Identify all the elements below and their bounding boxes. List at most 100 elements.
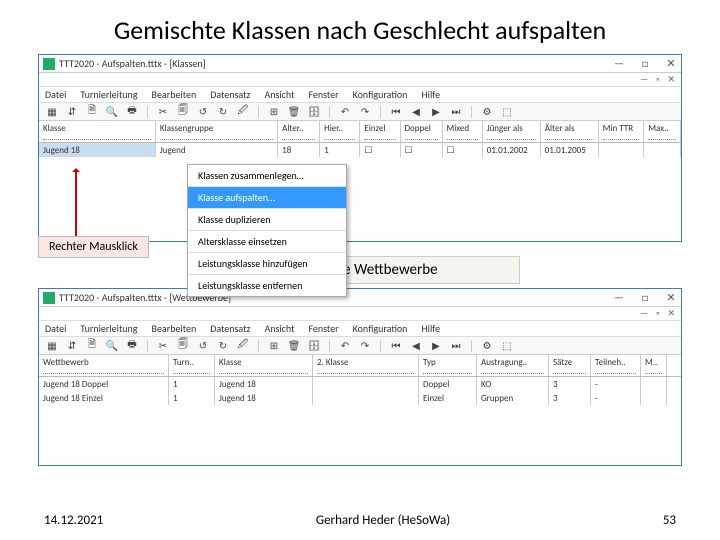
tool-icon[interactable]: 🗐 bbox=[176, 339, 190, 353]
nav-next-icon[interactable]: ▶ bbox=[429, 339, 443, 353]
menu-datei[interactable]: Datei bbox=[45, 322, 66, 335]
menu-fenster[interactable]: Fenster bbox=[308, 88, 338, 101]
col-saetze[interactable]: Sätze bbox=[553, 357, 586, 368]
tool-icon[interactable]: ⚙ bbox=[480, 339, 494, 353]
tool-icon[interactable]: 🗑 bbox=[287, 105, 301, 119]
nav-last-icon[interactable]: ⏭ bbox=[449, 339, 463, 353]
cm-duplizieren[interactable]: Klasse duplizieren bbox=[188, 209, 346, 231]
nav-first-icon[interactable]: ⏮ bbox=[389, 105, 403, 119]
tool-icon[interactable]: 🗎 bbox=[85, 339, 99, 353]
tool-icon[interactable]: ⇵ bbox=[65, 339, 79, 353]
context-menu[interactable]: Klassen zusammenlegen… Klasse aufspalten… bbox=[187, 164, 347, 297]
col-austragung[interactable]: Austragung.. bbox=[481, 357, 544, 368]
tool-icon[interactable]: ↷ bbox=[358, 105, 372, 119]
close-button[interactable]: ✕ bbox=[665, 57, 677, 70]
nav-next-icon[interactable]: ▶ bbox=[429, 105, 443, 119]
col-teilneh[interactable]: Teilneh.. bbox=[595, 357, 636, 368]
tool-icon[interactable]: ↶ bbox=[338, 105, 352, 119]
tool-icon[interactable]: 🗐 bbox=[176, 105, 190, 119]
col-minttr[interactable]: Min TTR bbox=[603, 123, 640, 134]
col-aelter[interactable]: Älter als bbox=[545, 123, 594, 134]
cell-klasse[interactable]: Jugend 18 bbox=[39, 143, 156, 157]
tool-icon[interactable]: 🗑 bbox=[287, 339, 301, 353]
col-juenger[interactable]: Jünger als bbox=[487, 123, 536, 134]
tool-icon[interactable]: 🔍 bbox=[105, 339, 119, 353]
menu-ansicht[interactable]: Ansicht bbox=[264, 88, 294, 101]
tool-icon[interactable]: ✂ bbox=[156, 339, 170, 353]
col-hier[interactable]: Hier.. bbox=[324, 123, 355, 134]
col-doppel[interactable]: Doppel bbox=[405, 123, 438, 134]
menu-fenster[interactable]: Fenster bbox=[308, 322, 338, 335]
tool-icon[interactable]: ⇵ bbox=[65, 105, 79, 119]
mdi-minimize[interactable]: — bbox=[640, 308, 648, 319]
maximize-button[interactable]: □ bbox=[639, 57, 651, 70]
menu-datensatz[interactable]: Datensatz bbox=[210, 322, 250, 335]
col-klassengruppe[interactable]: Klassengruppe bbox=[160, 123, 273, 134]
tool-icon[interactable]: ✂ bbox=[156, 105, 170, 119]
menu-datei[interactable]: Datei bbox=[45, 88, 66, 101]
col-max[interactable]: Max.. bbox=[648, 123, 676, 134]
menu-hilfe[interactable]: Hilfe bbox=[421, 322, 440, 335]
menu-konfiguration[interactable]: Konfiguration bbox=[353, 88, 408, 101]
col-typ[interactable]: Typ bbox=[423, 357, 472, 368]
tool-icon[interactable]: ⬚ bbox=[500, 105, 514, 119]
menu-turnierleitung[interactable]: Turnierleitung bbox=[80, 322, 137, 335]
tool-icon[interactable]: ⚙ bbox=[480, 105, 494, 119]
menubar[interactable]: Datei Turnierleitung Bearbeiten Datensat… bbox=[39, 321, 681, 337]
close-button[interactable]: ✕ bbox=[665, 291, 677, 304]
tool-icon[interactable]: 🖶 bbox=[125, 339, 139, 353]
tool-icon[interactable]: 🗄 bbox=[307, 339, 321, 353]
col-einzel[interactable]: Einzel bbox=[364, 123, 395, 134]
tool-icon[interactable]: ↶ bbox=[338, 339, 352, 353]
col-2klasse[interactable]: 2. Klasse bbox=[317, 357, 414, 368]
col-turn[interactable]: Turn.. bbox=[173, 357, 210, 368]
tool-icon[interactable]: ↷ bbox=[358, 339, 372, 353]
mdi-close[interactable]: ✕ bbox=[667, 308, 675, 319]
maximize-button[interactable]: □ bbox=[639, 291, 651, 304]
menu-turnierleitung[interactable]: Turnierleitung bbox=[80, 88, 137, 101]
tool-icon[interactable]: ⊞ bbox=[267, 339, 281, 353]
minimize-button[interactable]: — bbox=[613, 57, 625, 70]
col-klasse[interactable]: Klasse bbox=[219, 357, 308, 368]
nav-last-icon[interactable]: ⏭ bbox=[449, 105, 463, 119]
col-m[interactable]: M.. bbox=[645, 357, 662, 368]
cm-aufspalten[interactable]: Klasse aufspalten… bbox=[188, 187, 346, 209]
tool-icon[interactable]: 🗎 bbox=[85, 105, 99, 119]
menu-hilfe[interactable]: Hilfe bbox=[421, 88, 440, 101]
menu-bearbeiten[interactable]: Bearbeiten bbox=[152, 88, 197, 101]
cm-altersklasse[interactable]: Altersklasse einsetzen bbox=[188, 231, 346, 253]
minimize-button[interactable]: — bbox=[613, 291, 625, 304]
tool-icon[interactable]: 🖶 bbox=[125, 105, 139, 119]
mdi-restore[interactable]: ▫ bbox=[656, 74, 659, 85]
nav-first-icon[interactable]: ⏮ bbox=[389, 339, 403, 353]
menu-ansicht[interactable]: Ansicht bbox=[264, 322, 294, 335]
tool-icon[interactable]: ↻ bbox=[216, 339, 230, 353]
tool-icon[interactable]: ⬚ bbox=[500, 339, 514, 353]
col-alter[interactable]: Alter.. bbox=[282, 123, 315, 134]
table-row[interactable]: Jugend 18 Doppel 1 Jugend 18 Doppel KO 3… bbox=[39, 377, 681, 391]
tool-icon[interactable]: ↺ bbox=[196, 339, 210, 353]
col-wettbewerb[interactable]: Wettbewerb bbox=[43, 357, 164, 368]
mdi-minimize[interactable]: — bbox=[640, 74, 648, 85]
cm-leistung-add[interactable]: Leistungsklasse hinzufügen bbox=[188, 253, 346, 275]
nav-prev-icon[interactable]: ◀ bbox=[409, 339, 423, 353]
tool-icon[interactable]: ↺ bbox=[196, 105, 210, 119]
mdi-close[interactable]: ✕ bbox=[667, 74, 675, 85]
table-row[interactable]: Jugend 18 Einzel 1 Jugend 18 Einzel Grup… bbox=[39, 391, 681, 405]
tool-icon[interactable]: ▦ bbox=[45, 105, 59, 119]
menubar[interactable]: Datei Turnierleitung Bearbeiten Datensat… bbox=[39, 87, 681, 103]
tool-icon[interactable]: ▦ bbox=[45, 339, 59, 353]
menu-datensatz[interactable]: Datensatz bbox=[210, 88, 250, 101]
tool-icon[interactable]: 🖉 bbox=[236, 339, 250, 353]
tool-icon[interactable]: 🖉 bbox=[236, 105, 250, 119]
tool-icon[interactable]: ↻ bbox=[216, 105, 230, 119]
menu-konfiguration[interactable]: Konfiguration bbox=[353, 322, 408, 335]
tool-icon[interactable]: 🔍 bbox=[105, 105, 119, 119]
tool-icon[interactable]: ⊞ bbox=[267, 105, 281, 119]
col-mixed[interactable]: Mixed bbox=[447, 123, 478, 134]
cm-zusammenlegen[interactable]: Klassen zusammenlegen… bbox=[188, 165, 346, 187]
nav-prev-icon[interactable]: ◀ bbox=[409, 105, 423, 119]
table-row[interactable]: Jugend 18 Jugend 18 1 ☐ ☐ ☐ 01.01.2002 0… bbox=[39, 143, 681, 157]
mdi-restore[interactable]: ▫ bbox=[656, 308, 659, 319]
col-klasse[interactable]: Klasse bbox=[43, 123, 151, 134]
